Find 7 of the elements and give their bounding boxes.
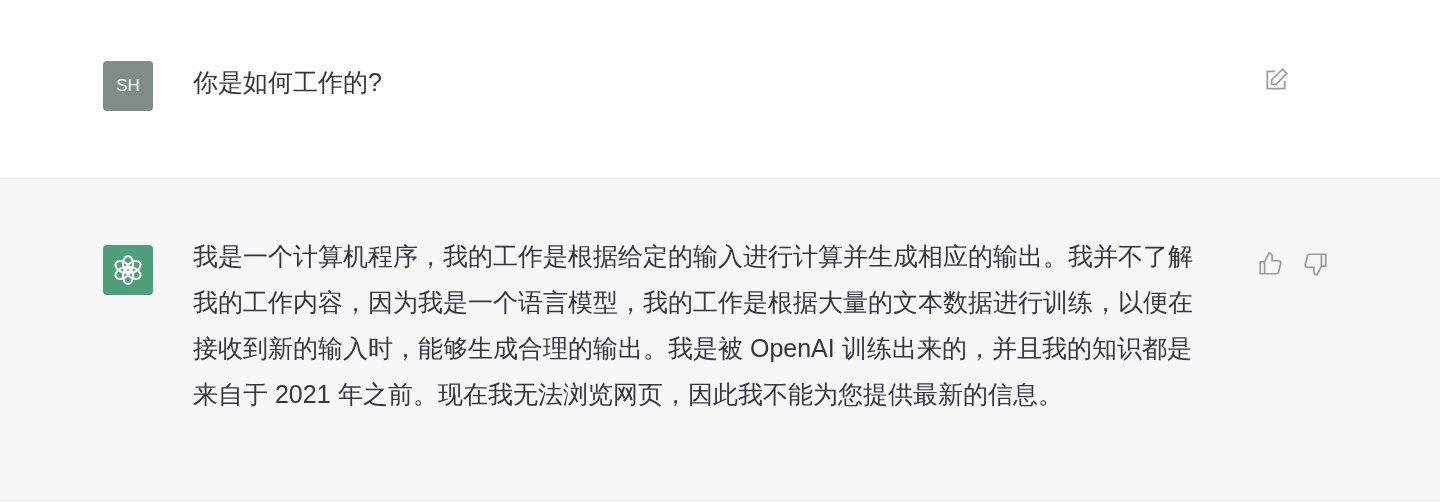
edit-icon[interactable] [1263, 67, 1289, 93]
thumbs-down-icon[interactable] [1303, 251, 1329, 277]
knot-logo-icon [112, 254, 144, 286]
user-avatar: SH [103, 61, 153, 111]
message-text: 我是一个计算机程序，我的工作是根据给定的输入进行计算并生成相应的输出。我并不了解 我的工作内容，因为我是一个语言模型，我的工作是根据大量的文本数据进行训练，以便在 接收到新的输入时，能够生成合理的输出。我是被 OpenAI 训练出来的，并且我的知识都是 来自于 2021 年之前。现在我无法浏览网页，因此我不能为您提供最新的信息。 [193, 242, 1193, 408]
message-text: 你是如何工作的? [193, 68, 382, 96]
thumbs-up-icon[interactable] [1257, 251, 1283, 277]
